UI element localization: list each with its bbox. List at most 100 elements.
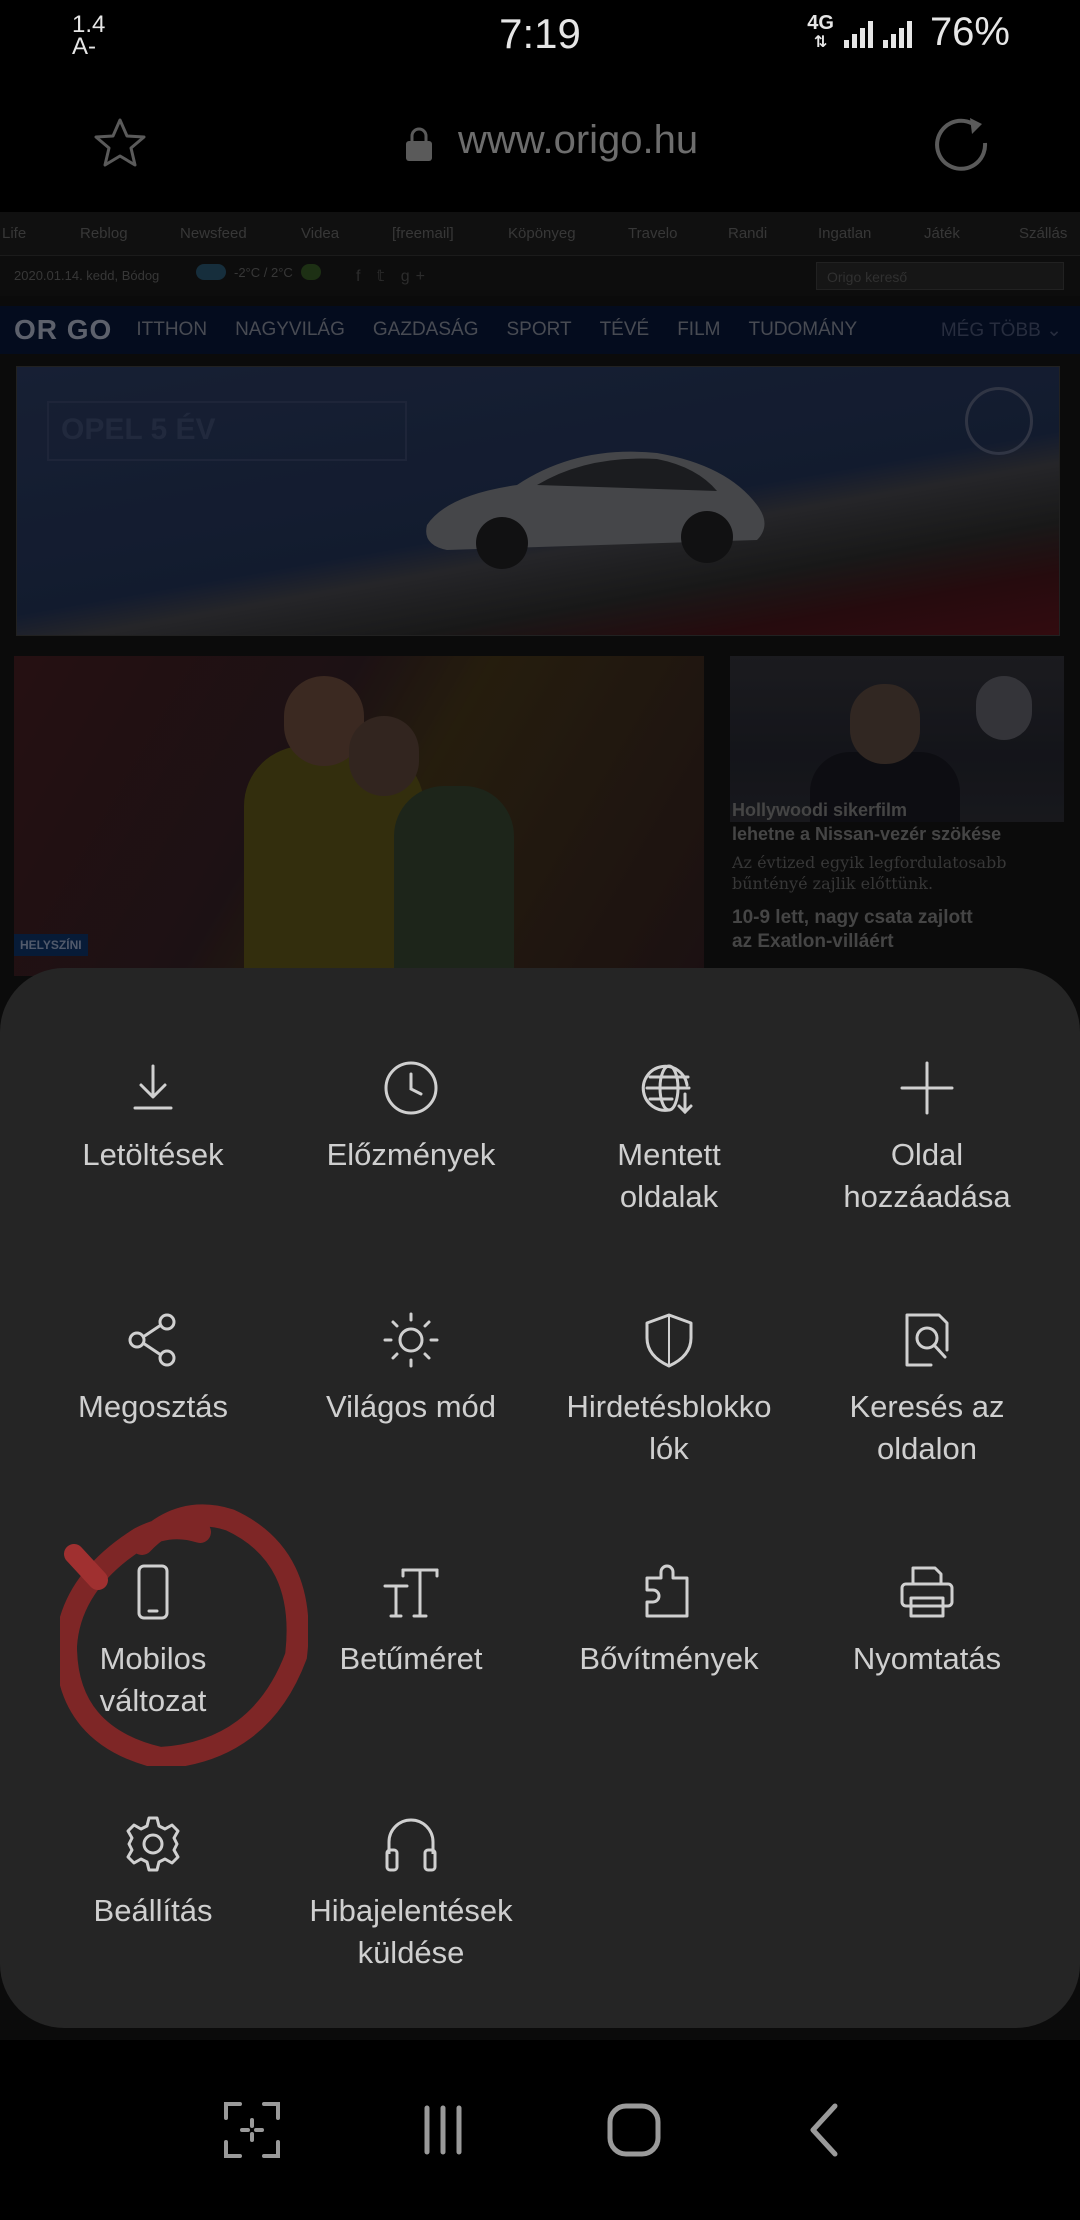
mobile-icon [137,1564,169,1620]
settings-icon [126,1816,180,1872]
site-link[interactable]: Köpönyeg [508,225,628,242]
home-icon[interactable] [594,2090,674,2170]
nav-item[interactable]: SPORT [506,319,571,341]
nav-item[interactable]: FILM [677,319,720,341]
car-image [426,451,765,569]
text-size-icon [383,1568,439,1618]
site-link[interactable]: Newsfeed [180,225,301,242]
menu-label: Bővítmények [579,1641,759,1676]
ad-text: OPEL 5 ÉV [47,401,407,461]
menu-text-size[interactable]: Betűméret [282,1562,540,1814]
site-link[interactable]: Randi [728,225,818,242]
menu-label: Világos mód [325,1389,497,1424]
menu-saved-pages[interactable]: Mentett oldalak [540,1058,798,1310]
site-link[interactable]: Játék [924,225,1019,242]
address-bar: www.origo.hu [0,72,1080,212]
download-icon [133,1064,173,1110]
menu-ad-blockers[interactable]: Hirdetésblokko lók [540,1310,798,1562]
site-search-input[interactable]: Origo kereső [816,262,1064,290]
nav-more[interactable]: MÉG TÖBB ⌄ [941,319,1062,342]
weather-icon [300,264,321,280]
recent-apps-icon[interactable] [403,2090,483,2170]
site-link[interactable]: Videa [301,225,392,242]
person-head [850,684,920,764]
extensions-icon [645,1564,689,1618]
screen-capture-icon[interactable] [212,2090,292,2170]
social-links[interactable]: f 𝕥 g+ [356,266,431,286]
site-links: Life Reblog Newsfeed Videa [freemail] Kö… [0,212,1080,256]
cloud-icon [196,264,226,280]
nav-item[interactable]: ITTHON [136,319,207,341]
menu-send-feedback[interactable]: Hibajelentések küldése [282,1814,540,2066]
menu-history[interactable]: Előzmények [282,1058,540,1310]
side-article-title-2[interactable]: 10-9 lett, nagy csata zajlott az Exatlon… [732,906,973,954]
lock-icon [406,127,432,161]
system-nav-bar [0,2040,1080,2220]
menu-share[interactable]: Megosztás [24,1310,282,1562]
hero-image[interactable]: HELYSZÍNI [14,656,704,976]
site-link[interactable]: Life [2,225,80,242]
nav-item[interactable]: NAGYVILÁG [235,319,345,341]
signal-icon [843,18,873,48]
light-mode-icon [383,1312,439,1368]
signal-icon-2 [882,18,912,48]
menu-extensions[interactable]: Bővítmények [540,1562,798,1814]
player-head-2 [349,716,419,796]
weather: -2°C / 2°C [196,264,321,280]
menu-label: Beállítás [93,1893,213,1928]
site-link[interactable]: Reblog [80,225,180,242]
saved-pages-icon [641,1064,693,1115]
menu-add-page[interactable]: Oldal hozzáadása [798,1058,1056,1310]
site-link[interactable]: [freemail] [392,225,508,242]
site-nav: OR GO ITTHON NAGYVILÁG GAZDASÁG SPORT TÉ… [0,306,1080,354]
site-logo[interactable]: OR GO [14,314,112,346]
opel-logo [965,387,1033,455]
menu-settings[interactable]: Beállítás [24,1814,282,2066]
menu-mobile-version[interactable]: Mobilos változat [24,1562,282,1814]
status-icons: 4G ⇅ 76% [807,10,1010,55]
menu-label: Betűméret [339,1641,483,1676]
url-field[interactable]: www.origo.hu [458,118,698,163]
reload-icon[interactable] [930,112,992,174]
menu-downloads[interactable]: Letöltések [24,1058,282,1310]
site-link[interactable]: Ingatlan [818,225,924,242]
share-icon [128,1313,176,1367]
history-icon [384,1061,438,1115]
network-label: 4G [807,11,834,34]
battery-percent: 76% [929,10,1010,54]
site-link[interactable]: Travelo [628,225,728,242]
menu-label: Oldal hozzáadása [843,1137,1011,1214]
page-date: 2020.01.14. kedd, Bódog [14,268,160,283]
menu-label: Nyomtatás [852,1641,1002,1676]
weather-text: -2°C / 2°C [234,264,293,280]
player-shape-2 [394,786,514,976]
nav-item[interactable]: GAZDASÁG [373,319,479,341]
menu-label: Hirdetésblokko lók [566,1389,772,1466]
nav-item[interactable]: TUDOMÁNY [748,319,857,341]
site-link[interactable]: Szállás [1019,225,1079,242]
page-topline: 2020.01.14. kedd, Bódog -2°C / 2°C f 𝕥 g… [0,256,1080,296]
side-article-title[interactable]: Hollywoodi sikerfilm lehetne a Nissan-ve… [732,798,1001,846]
data-arrows-icon: ⇅ [813,33,828,51]
side-article-lead: Az évtized egyik legfordulatosabb bűntén… [732,853,1007,893]
ad-banner[interactable]: OPEL 5 ÉV [16,366,1060,636]
menu-label: Letöltések [82,1137,224,1172]
menu-find-in-page[interactable]: Keresés az oldalon [798,1310,1056,1562]
menu-grid: Letöltések Előzmények Mentett oldalak Ol… [24,1058,1056,2066]
star-icon[interactable] [90,114,150,174]
browser-menu-sheet: Letöltések Előzmények Mentett oldalak Ol… [0,968,1080,2028]
menu-light-mode[interactable]: Világos mód [282,1310,540,1562]
headset-icon [385,1818,437,1872]
menu-label: Keresés az oldalon [849,1389,1005,1466]
person-head-2 [976,676,1032,740]
menu-label: Előzmények [326,1137,496,1172]
back-icon[interactable] [785,2090,865,2170]
menu-label: Megosztás [78,1389,228,1424]
nav-item[interactable]: TÉVÉ [600,319,650,341]
print-icon [900,1566,954,1618]
menu-label: Mobilos változat [99,1641,207,1718]
menu-print[interactable]: Nyomtatás [798,1562,1056,1814]
hero-tag: HELYSZÍNI [14,934,88,956]
network-type: 4G ⇅ [807,13,834,53]
menu-label: Hibajelentések küldése [309,1893,513,1970]
